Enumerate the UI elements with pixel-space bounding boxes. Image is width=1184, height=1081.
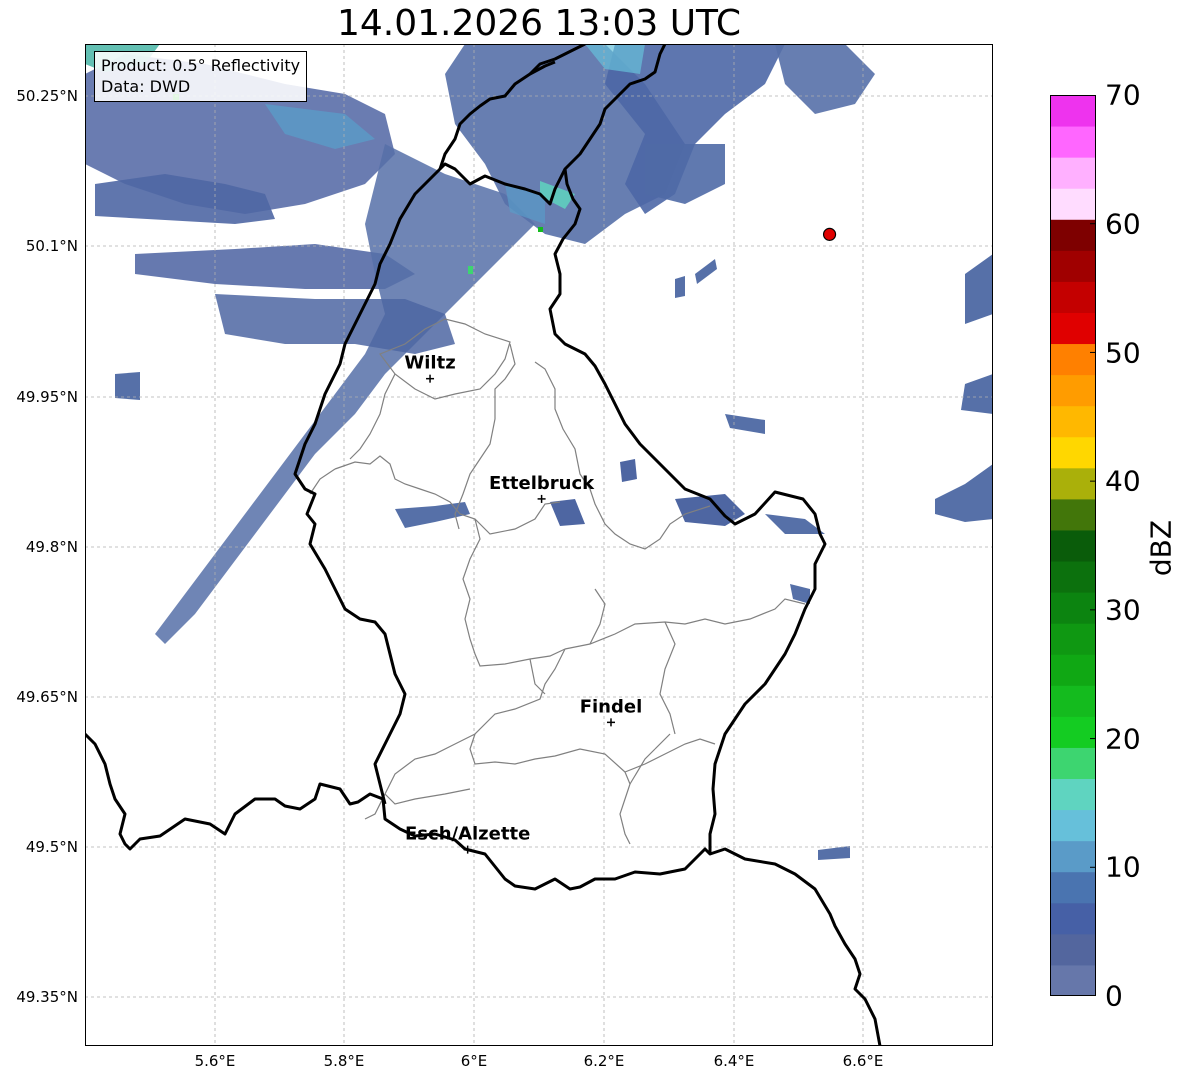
colorbar-tick-label: 10	[1105, 850, 1141, 884]
lat-tick-label: 49.95°N	[16, 388, 78, 406]
map-svg: Wiltz Ettelbruck Findel Esch/Alzette	[85, 44, 993, 1046]
lat-tick-label: 49.35°N	[16, 988, 78, 1006]
colorbar-segment	[1050, 933, 1096, 966]
colorbar-segment	[1050, 312, 1096, 345]
lon-tick-label: 6°E	[460, 1052, 488, 1070]
canton-boundaries	[309, 318, 806, 845]
place-marker: Findel	[580, 696, 643, 727]
place-marker: Wiltz	[404, 353, 456, 383]
colorbar-segment	[1050, 778, 1096, 811]
lat-tick-label: 49.5°N	[25, 838, 78, 856]
colorbar-segment	[1050, 374, 1096, 407]
colorbar-segment	[1050, 436, 1096, 469]
colorbar-segment	[1050, 467, 1096, 500]
product-label: Product: 0.5° Reflectivity	[101, 56, 301, 75]
colorbar-tick-label: 0	[1105, 979, 1123, 1013]
colorbar-segment	[1050, 623, 1096, 655]
place-marker: Ettelbruck	[489, 473, 595, 503]
colorbar-segment	[1050, 716, 1096, 748]
colorbar-segment	[1050, 157, 1096, 189]
colorbar-segment	[1050, 964, 1096, 997]
colorbar	[1050, 94, 1096, 997]
place-label: Findel	[580, 696, 643, 717]
colorbar-segment	[1050, 405, 1096, 438]
lat-tick-label: 50.1°N	[25, 237, 78, 255]
data-source-label: Data: DWD	[101, 77, 191, 96]
lon-tick-label: 6.6°E	[842, 1052, 884, 1070]
colorbar-segment	[1050, 529, 1096, 562]
colorbar-segment	[1050, 747, 1096, 780]
lat-tick-label: 50.25°N	[16, 87, 78, 105]
colorbar-tick-label: 40	[1105, 464, 1141, 498]
colorbar-segment	[1050, 343, 1096, 376]
map-title: 14.01.2026 13:03 UTC	[336, 3, 742, 44]
place-label: Wiltz	[404, 353, 455, 374]
lon-tick-label: 6.4°E	[713, 1052, 755, 1070]
lat-tick-label: 49.8°N	[25, 538, 78, 556]
colorbar-segment	[1050, 498, 1096, 531]
colorbar-segment	[1050, 281, 1096, 313]
colorbar-tick-label: 70	[1105, 78, 1141, 112]
place-label: Ettelbruck	[489, 473, 595, 494]
colorbar-tick-label: 30	[1105, 593, 1141, 627]
info-box: Product: 0.5° Reflectivity Data: DWD	[94, 51, 308, 102]
colorbar-svg	[1050, 94, 1096, 997]
lat-tick-label: 49.65°N	[16, 688, 78, 706]
places-layer: Wiltz Ettelbruck Findel Esch/Alzette	[404, 353, 642, 854]
place-marker: Esch/Alzette	[405, 824, 530, 854]
colorbar-segment	[1050, 126, 1096, 158]
colorbar-segment	[1050, 809, 1096, 842]
radar-map[interactable]: Wiltz Ettelbruck Findel Esch/Alzette	[85, 44, 993, 1046]
radar-echoes	[85, 44, 993, 860]
lon-tick-label: 5.8°E	[323, 1052, 365, 1070]
colorbar-label: dBZ	[1144, 519, 1178, 577]
colorbar-segment	[1050, 219, 1096, 251]
colorbar-segment	[1050, 592, 1096, 624]
colorbar-segment	[1050, 840, 1096, 873]
colorbar-segment	[1050, 188, 1096, 220]
colorbar-tick-label: 60	[1105, 207, 1141, 241]
colorbar-segment	[1050, 561, 1096, 593]
lon-tick-label: 6.2°E	[583, 1052, 625, 1070]
colorbar-segment	[1050, 871, 1096, 904]
lon-tick-label: 5.6°E	[194, 1052, 236, 1070]
station-marker[interactable]	[822, 227, 837, 241]
colorbar-tick-label: 50	[1105, 336, 1141, 370]
colorbar-segment	[1050, 685, 1096, 717]
colorbar-tick-label: 20	[1105, 722, 1141, 756]
colorbar-segment	[1050, 654, 1096, 686]
colorbar-segment	[1050, 902, 1096, 935]
place-label: Esch/Alzette	[405, 824, 530, 845]
colorbar-segment	[1050, 250, 1096, 282]
colorbar-segment	[1050, 95, 1096, 127]
